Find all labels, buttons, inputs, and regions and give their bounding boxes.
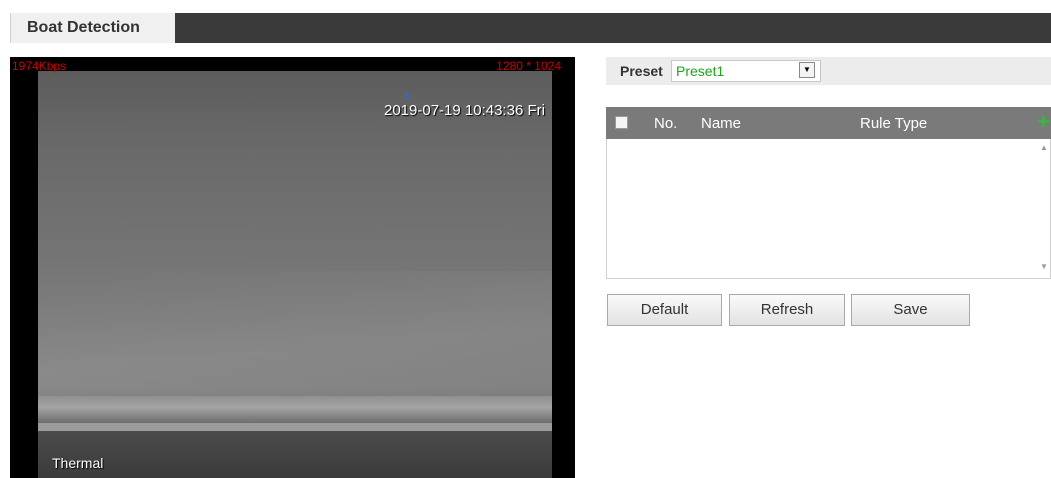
- osd-marker-icon: [403, 93, 409, 99]
- video-frame: 2019-07-19 10:43:36 Fri: [38, 71, 552, 478]
- chevron-down-icon[interactable]: ▼: [799, 62, 815, 78]
- rules-table-body: [606, 139, 1051, 279]
- video-hill: [38, 271, 552, 411]
- save-button[interactable]: Save: [851, 294, 970, 326]
- video-shoreline: [38, 423, 552, 431]
- live-video-view[interactable]: 2019-07-19 10:43:36 Fri 1974Kbps 1280 * …: [10, 57, 575, 478]
- osd-bitrate: 1974Kbps: [12, 59, 67, 73]
- column-header-rule-type: Rule Type: [860, 115, 928, 132]
- preset-label: Preset: [620, 63, 663, 79]
- scroll-up-icon[interactable]: ▲: [1040, 143, 1048, 152]
- scroll-down-icon[interactable]: ▼: [1040, 262, 1048, 271]
- column-header-name: Name: [701, 115, 742, 132]
- default-button[interactable]: Default: [607, 294, 722, 326]
- tab-boat-detection[interactable]: Boat Detection: [10, 13, 175, 43]
- column-header-no: No.: [654, 115, 678, 132]
- refresh-button[interactable]: Refresh: [729, 294, 845, 326]
- osd-timestamp: 2019-07-19 10:43:36 Fri: [384, 102, 545, 119]
- plus-icon[interactable]: +: [1037, 111, 1050, 133]
- osd-resolution: 1280 * 1024: [496, 59, 561, 73]
- video-water: [38, 431, 552, 478]
- osd-channel-label: Thermal: [52, 455, 104, 471]
- video-shore: [38, 396, 552, 424]
- select-all-checkbox[interactable]: [615, 116, 628, 129]
